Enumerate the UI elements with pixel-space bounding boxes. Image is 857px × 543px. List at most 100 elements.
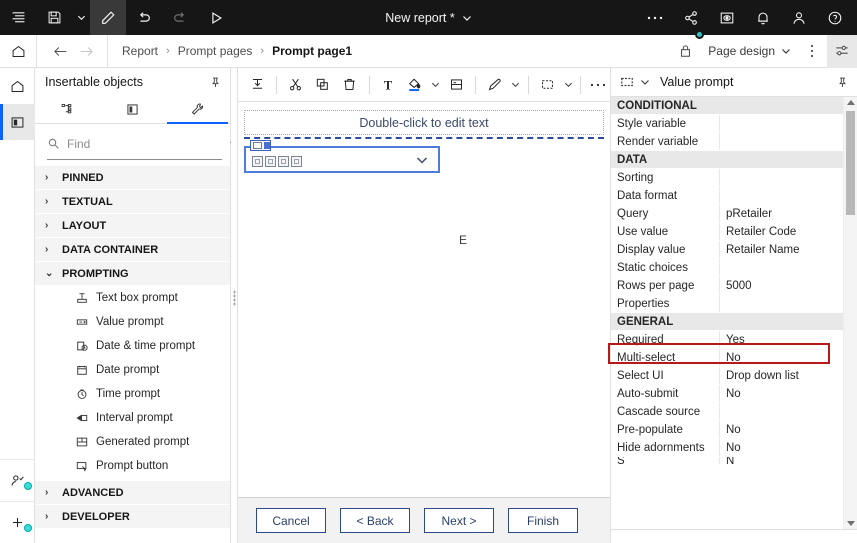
forward-arrow-icon[interactable] xyxy=(73,35,99,68)
property-value[interactable] xyxy=(719,169,843,186)
group-prompting[interactable]: ⌄ PROMPTING xyxy=(35,262,230,286)
group-layout[interactable]: › LAYOUT xyxy=(35,214,230,238)
group-advanced[interactable]: › ADVANCED xyxy=(35,481,230,505)
cancel-button[interactable]: Cancel xyxy=(256,508,326,533)
property-value[interactable] xyxy=(719,133,843,150)
font-button[interactable]: T xyxy=(374,70,401,100)
more-actions-button[interactable] xyxy=(637,0,673,35)
property-value[interactable]: Drop down list xyxy=(719,367,843,384)
preview-button[interactable] xyxy=(709,0,745,35)
properties-object-caret-icon[interactable] xyxy=(640,77,650,87)
back-button[interactable]: < Back xyxy=(340,508,410,533)
group-textual[interactable]: › TEXTUAL xyxy=(35,190,230,214)
breadcrumb-item-report[interactable]: Report xyxy=(122,44,158,58)
rail-add-icon[interactable] xyxy=(0,501,35,543)
property-row-partial[interactable]: S N xyxy=(611,457,843,465)
property-value[interactable]: N xyxy=(719,457,843,464)
tab-page-structure[interactable] xyxy=(100,96,165,123)
save-button[interactable] xyxy=(36,0,72,35)
property-value[interactable]: No xyxy=(719,349,843,366)
edit-mode-button[interactable] xyxy=(90,0,126,35)
pin-icon[interactable] xyxy=(209,76,222,89)
chevron-down-icon[interactable] xyxy=(415,153,438,167)
style-button[interactable] xyxy=(481,70,508,100)
property-value[interactable] xyxy=(719,115,843,132)
property-row-render-variable[interactable]: Render variable xyxy=(611,133,843,151)
property-row-use-value[interactable]: Use value Retailer Code xyxy=(611,223,843,241)
back-arrow-icon[interactable] xyxy=(47,35,73,68)
rail-home-icon[interactable] xyxy=(0,68,35,104)
report-canvas[interactable]: Double-click to edit text E xyxy=(238,102,610,497)
item-date-time-prompt[interactable]: Date & time prompt xyxy=(35,334,230,358)
property-row-rows-per-page[interactable]: Rows per page 5000 xyxy=(611,277,843,295)
item-interval-prompt[interactable]: Interval prompt xyxy=(35,406,230,430)
property-value[interactable]: pRetailer xyxy=(719,205,843,222)
tab-toolbox[interactable] xyxy=(165,96,230,124)
properties-scrollbar[interactable] xyxy=(843,97,857,529)
property-value[interactable]: No xyxy=(719,439,843,456)
property-row-properties[interactable]: Properties xyxy=(611,295,843,313)
property-row-cascade-source[interactable]: Cascade source xyxy=(611,403,843,421)
select-ancestor-button[interactable] xyxy=(534,70,561,100)
kebab-menu-icon[interactable] xyxy=(797,35,827,68)
background-color-caret-icon[interactable] xyxy=(429,70,443,100)
item-time-prompt[interactable]: Time prompt xyxy=(35,382,230,406)
pin-icon[interactable] xyxy=(836,76,849,89)
property-value[interactable]: Retailer Code xyxy=(719,223,843,240)
splitter-grip[interactable] xyxy=(233,290,236,306)
item-value-prompt[interactable]: Value prompt xyxy=(35,310,230,334)
property-value[interactable] xyxy=(719,187,843,204)
property-value[interactable]: Retailer Name xyxy=(719,241,843,258)
select-ancestor-caret-icon[interactable] xyxy=(561,70,575,100)
style-caret-icon[interactable] xyxy=(508,70,522,100)
group-data-container[interactable]: › DATA CONTAINER xyxy=(35,238,230,262)
tab-source-tree[interactable] xyxy=(35,96,100,123)
property-row-sorting[interactable]: Sorting xyxy=(611,169,843,187)
undo-button[interactable] xyxy=(126,0,162,35)
background-color-button[interactable] xyxy=(402,70,429,100)
user-account-button[interactable] xyxy=(781,0,817,35)
panel-splitter[interactable] xyxy=(231,68,238,543)
home-icon[interactable] xyxy=(0,34,37,68)
next-button[interactable]: Next > xyxy=(424,508,494,533)
cut-button[interactable] xyxy=(282,70,309,100)
report-title-menu[interactable]: New report * xyxy=(385,11,471,25)
copy-button[interactable] xyxy=(309,70,336,100)
selection-handle[interactable] xyxy=(250,140,271,151)
property-row-display-value[interactable]: Display value Retailer Name xyxy=(611,241,843,259)
main-menu-button[interactable] xyxy=(0,0,36,35)
item-date-prompt[interactable]: Date prompt xyxy=(35,358,230,382)
property-row-static-choices[interactable]: Static choices xyxy=(611,259,843,277)
text-item-placeholder[interactable]: Double-click to edit text xyxy=(244,110,604,135)
property-row-pre-populate[interactable]: Pre-populate No xyxy=(611,421,843,439)
property-value[interactable] xyxy=(719,295,843,312)
group-pinned[interactable]: › PINNED xyxy=(35,166,230,190)
notifications-button[interactable] xyxy=(745,0,781,35)
scroll-up-arrow-icon[interactable] xyxy=(844,97,857,109)
item-text-box-prompt[interactable]: Text box prompt xyxy=(35,286,230,310)
rail-panel-icon[interactable] xyxy=(0,104,35,140)
item-prompt-button[interactable]: Prompt button xyxy=(35,454,230,478)
property-row-required[interactable]: Required Yes xyxy=(611,331,843,349)
properties-toggle-button[interactable] xyxy=(827,34,857,68)
property-value[interactable] xyxy=(719,403,843,420)
property-row-hide-adornments[interactable]: Hide adornments No xyxy=(611,439,843,457)
property-value[interactable]: 5000 xyxy=(719,277,843,294)
item-generated-prompt[interactable]: Generated prompt xyxy=(35,430,230,454)
property-value[interactable]: No xyxy=(719,385,843,402)
group-developer[interactable]: › DEVELOPER xyxy=(35,505,230,529)
breadcrumb-item-prompt-pages[interactable]: Prompt pages xyxy=(178,44,253,58)
property-row-multi-select[interactable]: Multi-select No xyxy=(611,349,843,367)
rail-user-add-icon[interactable] xyxy=(0,459,35,501)
redo-button[interactable] xyxy=(162,0,198,35)
value-prompt-dropdown[interactable] xyxy=(244,140,440,173)
scrollbar-thumb[interactable] xyxy=(846,111,855,215)
run-report-button[interactable] xyxy=(198,0,234,35)
property-row-select-ui[interactable]: Select UI Drop down list xyxy=(611,367,843,385)
lock-icon[interactable] xyxy=(670,35,700,68)
share-button[interactable] xyxy=(673,0,709,35)
border-button[interactable] xyxy=(443,70,470,100)
property-value[interactable] xyxy=(719,259,843,276)
toolbar-more-button[interactable] xyxy=(586,70,610,100)
property-row-auto-submit[interactable]: Auto-submit No xyxy=(611,385,843,403)
